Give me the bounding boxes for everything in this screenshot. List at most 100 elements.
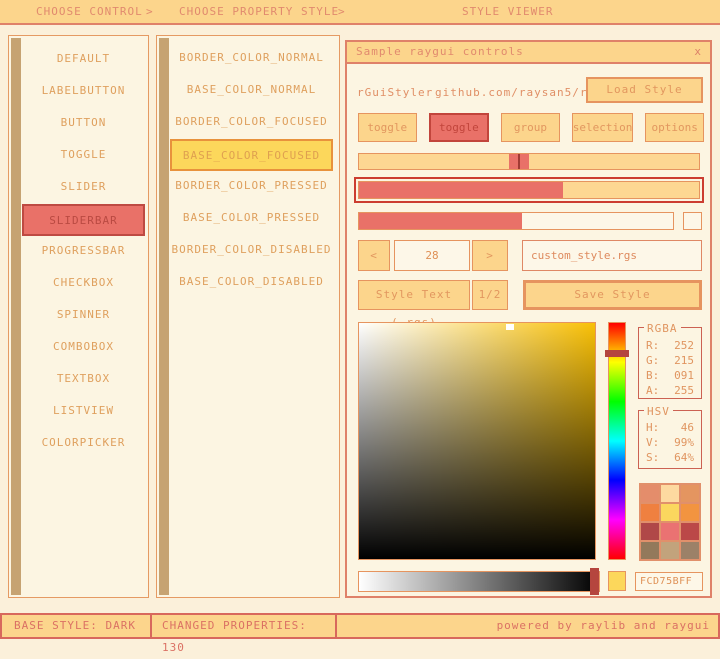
property-list-item[interactable]: BORDER_COLOR_DISABLED bbox=[170, 235, 333, 267]
control-list-scrollbar[interactable] bbox=[11, 38, 21, 595]
spinner-decrement-button[interactable]: < bbox=[358, 240, 390, 271]
control-list-item[interactable]: COMBOBOX bbox=[22, 332, 145, 364]
sample-progressbar bbox=[358, 212, 674, 230]
alpha-slider[interactable] bbox=[358, 571, 600, 592]
palette-cell[interactable] bbox=[661, 523, 679, 540]
property-list-item[interactable]: BORDER_COLOR_FOCUSED bbox=[170, 107, 333, 139]
property-list-panel: BORDER_COLOR_NORMAL BASE_COLOR_NORMAL BO… bbox=[156, 35, 340, 598]
property-list-item[interactable]: BORDER_COLOR_NORMAL bbox=[170, 43, 333, 75]
chevron-right-icon: > bbox=[146, 0, 154, 23]
hsv-groupbox-title: HSV bbox=[644, 405, 673, 418]
breadcrumb-style-viewer: STYLE VIEWER bbox=[462, 0, 553, 23]
app-name-label: rGuiStyler bbox=[357, 86, 433, 99]
hsv-groupbox: HSV H:46 V:99% S:64% bbox=[638, 410, 702, 469]
style-viewer-window: Sample raygui controls x rGuiStyler gith… bbox=[345, 40, 712, 598]
sliderbar-fill bbox=[359, 182, 563, 198]
property-list-item[interactable]: BASE_COLOR_NORMAL bbox=[170, 75, 333, 107]
property-list-scrollbar[interactable] bbox=[159, 38, 169, 595]
hue-slider[interactable] bbox=[608, 322, 626, 560]
breadcrumb-choose-control[interactable]: CHOOSE CONTROL bbox=[36, 0, 143, 23]
control-list-item[interactable]: LISTVIEW bbox=[22, 396, 145, 428]
save-style-button[interactable]: Save Style bbox=[523, 280, 702, 310]
status-base-style: BASE STYLE: DARK bbox=[2, 615, 152, 637]
toggle-button[interactable]: options bbox=[645, 113, 704, 142]
property-list-item[interactable]: BASE_COLOR_PRESSED bbox=[170, 203, 333, 235]
palette-cell[interactable] bbox=[681, 523, 699, 540]
hex-color-textbox[interactable]: FCD75BFF bbox=[635, 572, 703, 591]
window-titlebar[interactable]: Sample raygui controls x bbox=[347, 42, 710, 64]
sample-sliderbar[interactable] bbox=[358, 181, 700, 199]
close-icon[interactable]: x bbox=[694, 42, 701, 62]
toggle-button[interactable]: group bbox=[501, 113, 560, 142]
control-list: DEFAULT LABELBUTTON BUTTON TOGGLE SLIDER… bbox=[22, 36, 145, 597]
hsv-v-label: V: bbox=[646, 435, 659, 450]
property-list-item[interactable]: BORDER_COLOR_PRESSED bbox=[170, 171, 333, 203]
toggle-group: toggle toggle group selection options bbox=[358, 113, 704, 142]
control-list-item[interactable]: SPINNER bbox=[22, 300, 145, 332]
rgba-g-value: 215 bbox=[674, 353, 694, 368]
spinner-value[interactable]: 28 bbox=[394, 240, 470, 271]
property-list-item[interactable]: BASE_COLOR_DISABLED bbox=[170, 267, 333, 299]
rgba-a-label: A: bbox=[646, 383, 659, 398]
palette-cell[interactable] bbox=[641, 542, 659, 559]
alpha-slider-handle[interactable] bbox=[590, 568, 599, 595]
rgba-groupbox-title: RGBA bbox=[644, 322, 681, 335]
spinner-increment-button[interactable]: > bbox=[472, 240, 508, 271]
hsv-v-value: 99% bbox=[674, 435, 694, 450]
palette-cell[interactable] bbox=[661, 504, 679, 521]
control-list-item[interactable]: TOGGLE bbox=[22, 140, 145, 172]
rgba-g-label: G: bbox=[646, 353, 659, 368]
control-list-item-selected[interactable]: SLIDERBAR bbox=[22, 204, 145, 236]
hue-slider-handle[interactable] bbox=[605, 350, 629, 357]
breadcrumb-bar: CHOOSE CONTROL > CHOOSE PROPERTY STYLE >… bbox=[0, 0, 720, 25]
control-list-item[interactable]: COLORPICKER bbox=[22, 428, 145, 460]
palette-cell[interactable] bbox=[681, 485, 699, 502]
palette-cell[interactable] bbox=[641, 523, 659, 540]
control-list-item[interactable]: TEXTBOX bbox=[22, 364, 145, 396]
current-color-swatch bbox=[608, 571, 626, 591]
slider-handle[interactable] bbox=[509, 154, 529, 169]
window-title: Sample raygui controls bbox=[356, 42, 524, 62]
sample-slider[interactable] bbox=[358, 153, 700, 170]
color-picker-sv-panel[interactable] bbox=[358, 322, 596, 560]
control-list-item[interactable]: LABELBUTTON bbox=[22, 76, 145, 108]
color-picker-cursor[interactable] bbox=[506, 324, 514, 330]
hsv-h-value: 46 bbox=[681, 420, 694, 435]
palette-cell[interactable] bbox=[641, 485, 659, 502]
control-list-item[interactable]: BUTTON bbox=[22, 108, 145, 140]
control-list-item[interactable]: DEFAULT bbox=[22, 44, 145, 76]
breadcrumb-choose-property-style[interactable]: CHOOSE PROPERTY STYLE bbox=[179, 0, 339, 23]
control-list-item[interactable]: CHECKBOX bbox=[22, 268, 145, 300]
toggle-button[interactable]: selection bbox=[572, 113, 634, 142]
color-palette-grid bbox=[639, 483, 701, 561]
control-list-item[interactable]: SLIDER bbox=[22, 172, 145, 204]
status-changed-properties: CHANGED PROPERTIES: 130 bbox=[152, 615, 337, 637]
page-toggle-button[interactable]: 1/2 bbox=[472, 280, 508, 310]
load-style-button[interactable]: Load Style bbox=[586, 77, 703, 103]
control-list-item[interactable]: PROGRESSBAR bbox=[22, 236, 145, 268]
palette-cell[interactable] bbox=[681, 542, 699, 559]
toggle-button[interactable]: toggle bbox=[358, 113, 417, 142]
rguistyler-app: CHOOSE CONTROL > CHOOSE PROPERTY STYLE >… bbox=[0, 0, 720, 640]
progressbar-fill bbox=[359, 213, 522, 229]
rgba-b-value: 091 bbox=[674, 368, 694, 383]
toggle-button-active[interactable]: toggle bbox=[429, 113, 490, 142]
palette-cell[interactable] bbox=[661, 485, 679, 502]
hsv-s-value: 64% bbox=[674, 450, 694, 465]
status-bar: BASE STYLE: DARK CHANGED PROPERTIES: 130… bbox=[0, 613, 720, 639]
rgba-r-label: R: bbox=[646, 338, 659, 353]
rgba-groupbox: RGBA R:252 G:215 B:091 A:255 bbox=[638, 327, 702, 399]
rgba-b-label: B: bbox=[646, 368, 659, 383]
hsv-s-label: S: bbox=[646, 450, 659, 465]
palette-cell[interactable] bbox=[641, 504, 659, 521]
palette-cell[interactable] bbox=[661, 542, 679, 559]
style-text-button[interactable]: Style Text (.rgs) bbox=[358, 280, 470, 310]
chevron-right-icon: > bbox=[338, 0, 346, 23]
sliderbar-focus-outline bbox=[354, 177, 704, 203]
sample-checkbox[interactable] bbox=[683, 212, 702, 230]
filename-textbox[interactable]: custom_style.rgs bbox=[522, 240, 702, 271]
property-list-item-selected[interactable]: BASE_COLOR_FOCUSED bbox=[170, 139, 333, 171]
palette-cell[interactable] bbox=[681, 504, 699, 521]
control-list-panel: DEFAULT LABELBUTTON BUTTON TOGGLE SLIDER… bbox=[8, 35, 149, 598]
hsv-h-label: H: bbox=[646, 420, 659, 435]
